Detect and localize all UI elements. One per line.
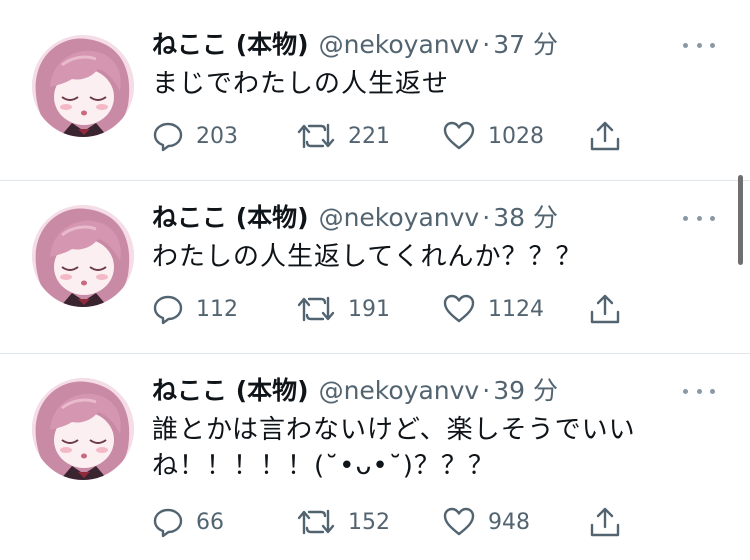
- separator: ·: [482, 30, 491, 59]
- share-icon: [590, 294, 620, 324]
- retweet-icon: [297, 509, 335, 535]
- tweet[interactable]: ねここ (本物) @nekoyanvv · 38 分 わたしの人生返してくれんか？？？…: [0, 181, 750, 353]
- retweet-button[interactable]: 191: [296, 289, 390, 329]
- heart-icon: [443, 294, 475, 323]
- avatar-image: [32, 205, 134, 307]
- more-icon[interactable]: [683, 38, 715, 52]
- share-button[interactable]: [588, 289, 622, 329]
- tweet[interactable]: ねここ (本物) @nekoyanvv · 37 分 まじでわたしの人生返せ 203 …: [0, 0, 750, 180]
- scrollbar[interactable]: [738, 175, 743, 265]
- heart-icon: [443, 121, 475, 150]
- reply-button[interactable]: 66: [152, 502, 224, 542]
- retweet-count: 221: [348, 123, 390, 149]
- retweet-button[interactable]: 221: [296, 116, 390, 156]
- avatar[interactable]: [32, 378, 134, 480]
- retweet-icon: [297, 296, 335, 322]
- display-name[interactable]: ねここ (本物): [152, 376, 309, 405]
- tweet-text: まじでわたしの人生返せ: [152, 69, 450, 99]
- like-count: 1028: [488, 123, 544, 149]
- share-icon: [590, 507, 620, 537]
- reply-button[interactable]: 112: [152, 289, 238, 329]
- more-icon[interactable]: [683, 384, 715, 398]
- separator: ·: [482, 376, 491, 405]
- user-handle[interactable]: @nekoyanvv: [319, 203, 480, 232]
- retweet-count: 191: [348, 296, 390, 322]
- avatar[interactable]: [32, 35, 134, 137]
- user-handle[interactable]: @nekoyanvv: [319, 30, 480, 59]
- retweet-count: 152: [348, 509, 390, 535]
- share-icon: [590, 121, 620, 151]
- like-count: 1124: [488, 296, 544, 322]
- separator: ·: [482, 203, 491, 232]
- tweet[interactable]: ねここ (本物) @nekoyanvv · 39 分 誰とかは言わないけど、楽しそうで…: [0, 354, 750, 560]
- timestamp[interactable]: 37 分: [493, 30, 558, 59]
- like-button[interactable]: 1028: [442, 116, 544, 156]
- timestamp[interactable]: 38 分: [493, 203, 558, 232]
- retweet-icon: [297, 123, 335, 149]
- like-button[interactable]: 948: [442, 502, 530, 542]
- retweet-button[interactable]: 152: [296, 502, 390, 542]
- reply-count: 66: [196, 509, 224, 535]
- share-button[interactable]: [588, 116, 622, 156]
- like-count: 948: [488, 509, 530, 535]
- like-button[interactable]: 1124: [442, 289, 544, 329]
- tweet-text: わたしの人生返してくれんか？？？: [152, 242, 583, 272]
- tweet-actions: 112 191 1124: [152, 289, 632, 329]
- avatar-image: [32, 378, 134, 480]
- tweet-header: ねここ (本物) @nekoyanvv · 38 分: [152, 203, 558, 233]
- display-name[interactable]: ねここ (本物): [152, 30, 309, 59]
- reply-icon: [153, 295, 183, 325]
- reply-icon: [153, 508, 183, 538]
- timestamp[interactable]: 39 分: [493, 376, 558, 405]
- share-button[interactable]: [588, 502, 622, 542]
- tweet-actions: 66 152 948: [152, 502, 632, 542]
- more-icon[interactable]: [683, 211, 715, 225]
- reply-button[interactable]: 203: [152, 116, 238, 156]
- tweet-actions: 203 221 1028: [152, 116, 632, 156]
- avatar[interactable]: [32, 205, 134, 307]
- tweet-text: 誰とかは言わないけど、楽しそうでいいね！！！！！(˘•ᴗ•˘)？？？: [152, 415, 636, 481]
- reply-count: 112: [196, 296, 238, 322]
- display-name[interactable]: ねここ (本物): [152, 203, 309, 232]
- avatar-image: [32, 35, 134, 137]
- heart-icon: [443, 507, 475, 536]
- user-handle[interactable]: @nekoyanvv: [319, 376, 480, 405]
- reply-count: 203: [196, 123, 238, 149]
- tweet-header: ねここ (本物) @nekoyanvv · 39 分: [152, 376, 558, 406]
- reply-icon: [153, 122, 183, 152]
- tweet-header: ねここ (本物) @nekoyanvv · 37 分: [152, 30, 558, 60]
